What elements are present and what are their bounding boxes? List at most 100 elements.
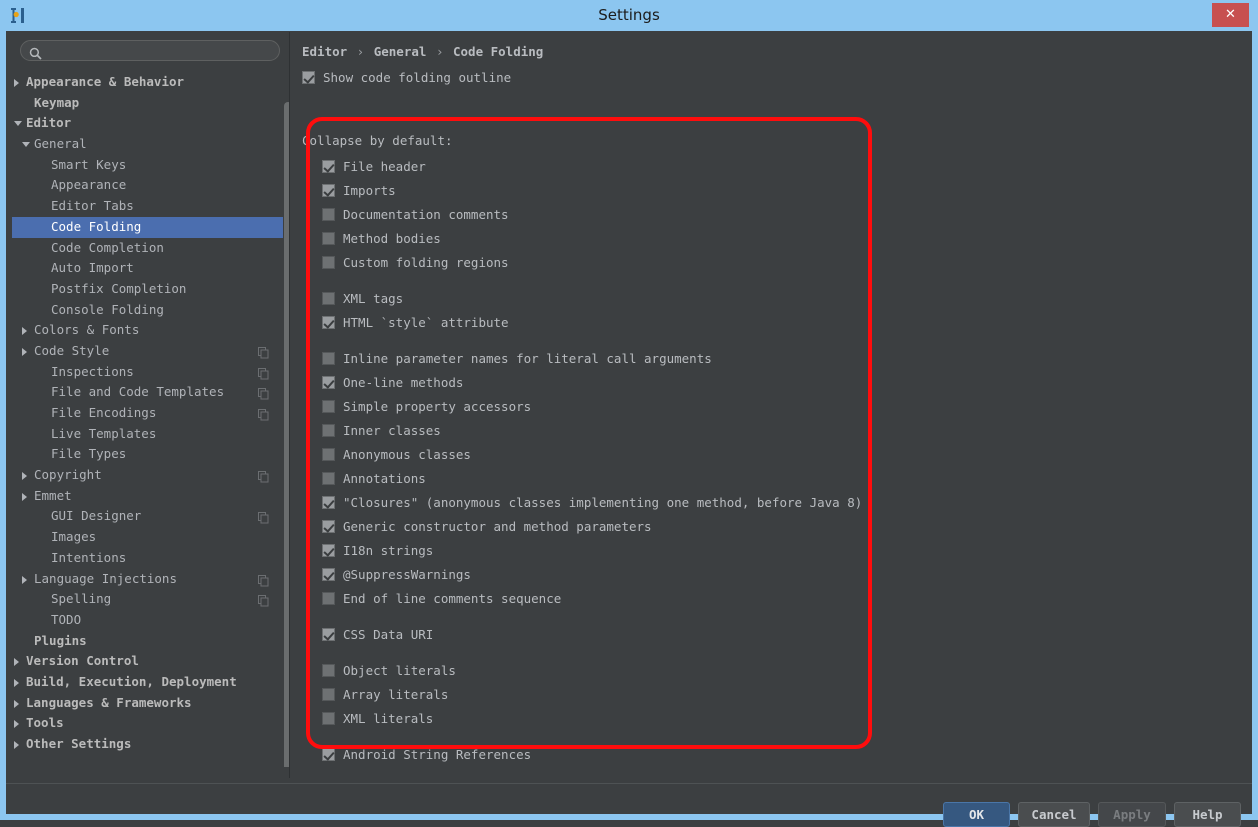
chevron-down-icon[interactable] (14, 121, 22, 126)
chevron-down-icon[interactable] (22, 142, 30, 147)
sidebar-item-plugins[interactable]: Plugins (12, 631, 283, 652)
copy-settings-icon[interactable] (258, 407, 269, 419)
sidebar-item-language-injections[interactable]: Language Injections (12, 569, 283, 590)
checkbox-indicator[interactable] (322, 712, 335, 725)
chevron-right-icon[interactable] (14, 700, 19, 708)
checkbox-label: Imports (343, 181, 396, 200)
sidebar-item-version-control[interactable]: Version Control (12, 651, 283, 672)
checkbox-indicator[interactable] (322, 472, 335, 485)
checkbox-label: Annotations (343, 469, 426, 488)
chevron-right-icon[interactable] (22, 327, 27, 335)
sidebar-item-label: File Encodings (51, 403, 156, 424)
checkbox-indicator[interactable] (322, 232, 335, 245)
chevron-right-icon[interactable] (22, 472, 27, 480)
copy-settings-icon[interactable] (258, 386, 269, 398)
breadcrumb-part: General (374, 44, 427, 59)
help-button[interactable]: Help (1174, 802, 1241, 827)
sidebar-item-general[interactable]: General (12, 134, 283, 155)
sidebar-item-file-types[interactable]: File Types (12, 444, 283, 465)
chevron-right-icon[interactable] (14, 720, 19, 728)
apply-button: Apply (1098, 802, 1166, 827)
ok-button[interactable]: OK (943, 802, 1010, 827)
sidebar-item-keymap[interactable]: Keymap (12, 93, 283, 114)
sidebar-item-postfix-completion[interactable]: Postfix Completion (12, 279, 283, 300)
sidebar-item-intentions[interactable]: Intentions (12, 548, 283, 569)
copy-settings-icon[interactable] (258, 345, 269, 357)
sidebar-item-colors-fonts[interactable]: Colors & Fonts (12, 320, 283, 341)
checkbox-indicator[interactable] (322, 316, 335, 329)
chevron-right-icon[interactable] (14, 79, 19, 87)
sidebar-item-code-style[interactable]: Code Style (12, 341, 283, 362)
checkbox-indicator[interactable] (302, 71, 315, 84)
sidebar-item-label: Colors & Fonts (34, 320, 139, 341)
checkbox-indicator[interactable] (322, 160, 335, 173)
sidebar-item-smart-keys[interactable]: Smart Keys (12, 155, 283, 176)
sidebar-item-emmet[interactable]: Emmet (12, 486, 283, 507)
copy-settings-icon[interactable] (258, 593, 269, 605)
checkbox-label: @SuppressWarnings (343, 565, 471, 584)
checkbox-indicator[interactable] (322, 376, 335, 389)
sidebar-item-code-folding[interactable]: Code Folding (12, 217, 283, 238)
sidebar-item-file-and-code-templates[interactable]: File and Code Templates (12, 382, 283, 403)
checkbox-label: XML literals (343, 709, 433, 728)
checkbox-label: Object literals (343, 661, 456, 680)
chevron-right-icon[interactable] (22, 348, 27, 356)
sidebar-item-build-execution-deployment[interactable]: Build, Execution, Deployment (12, 672, 283, 693)
search-input[interactable] (47, 41, 276, 62)
checkbox-indicator[interactable] (322, 424, 335, 437)
checkbox-indicator[interactable] (322, 568, 335, 581)
checkbox-indicator[interactable] (322, 520, 335, 533)
checkbox-indicator[interactable] (322, 208, 335, 221)
sidebar-item-editor-tabs[interactable]: Editor Tabs (12, 196, 283, 217)
chevron-right-icon[interactable] (14, 679, 19, 687)
checkbox-indicator[interactable] (322, 400, 335, 413)
chevron-right-icon[interactable] (14, 741, 19, 749)
checkbox-indicator[interactable] (322, 592, 335, 605)
checkbox-indicator[interactable] (322, 292, 335, 305)
checkbox-indicator[interactable] (322, 628, 335, 641)
chevron-right-icon[interactable] (22, 576, 27, 584)
sidebar-item-languages-frameworks[interactable]: Languages & Frameworks (12, 693, 283, 714)
sidebar-item-gui-designer[interactable]: GUI Designer (12, 506, 283, 527)
sidebar-item-label: Keymap (34, 93, 79, 114)
copy-settings-icon[interactable] (258, 573, 269, 585)
breadcrumb: Editor › General › Code Folding (302, 44, 543, 59)
sidebar-item-console-folding[interactable]: Console Folding (12, 300, 283, 321)
sidebar-item-label: Editor Tabs (51, 196, 134, 217)
cancel-button[interactable]: Cancel (1018, 802, 1090, 827)
sidebar-item-spelling[interactable]: Spelling (12, 589, 283, 610)
checkbox-label: Anonymous classes (343, 445, 471, 464)
chevron-right-icon[interactable] (14, 658, 19, 666)
checkbox-indicator[interactable] (322, 544, 335, 557)
copy-settings-icon[interactable] (258, 469, 269, 481)
sidebar-item-images[interactable]: Images (12, 527, 283, 548)
checkbox-label: Simple property accessors (343, 397, 531, 416)
sidebar-item-inspections[interactable]: Inspections (12, 362, 283, 383)
sidebar-item-auto-import[interactable]: Auto Import (12, 258, 283, 279)
sidebar-item-tools[interactable]: Tools (12, 713, 283, 734)
sidebar-item-code-completion[interactable]: Code Completion (12, 238, 283, 259)
copy-settings-icon[interactable] (258, 510, 269, 522)
search-box[interactable] (20, 40, 280, 61)
close-button[interactable]: ✕ (1212, 3, 1249, 27)
checkbox-indicator[interactable] (322, 688, 335, 701)
checkbox-indicator[interactable] (322, 448, 335, 461)
copy-settings-icon[interactable] (258, 366, 269, 378)
sidebar-item-label: Smart Keys (51, 155, 126, 176)
checkbox-indicator[interactable] (322, 352, 335, 365)
sidebar-item-appearance[interactable]: Appearance (12, 175, 283, 196)
sidebar-item-todo[interactable]: TODO (12, 610, 283, 631)
code-folding-panel: Editor › General › Code Folding Show cod… (290, 32, 1250, 778)
checkbox-indicator[interactable] (322, 748, 335, 761)
sidebar-item-appearance-behavior[interactable]: Appearance & Behavior (12, 72, 283, 93)
sidebar-item-copyright[interactable]: Copyright (12, 465, 283, 486)
sidebar-item-live-templates[interactable]: Live Templates (12, 424, 283, 445)
sidebar-item-file-encodings[interactable]: File Encodings (12, 403, 283, 424)
sidebar-item-other-settings[interactable]: Other Settings (12, 734, 283, 755)
chevron-right-icon[interactable] (22, 493, 27, 501)
checkbox-indicator[interactable] (322, 184, 335, 197)
checkbox-indicator[interactable] (322, 256, 335, 269)
checkbox-indicator[interactable] (322, 496, 335, 509)
checkbox-indicator[interactable] (322, 664, 335, 677)
sidebar-item-editor[interactable]: Editor (12, 113, 283, 134)
